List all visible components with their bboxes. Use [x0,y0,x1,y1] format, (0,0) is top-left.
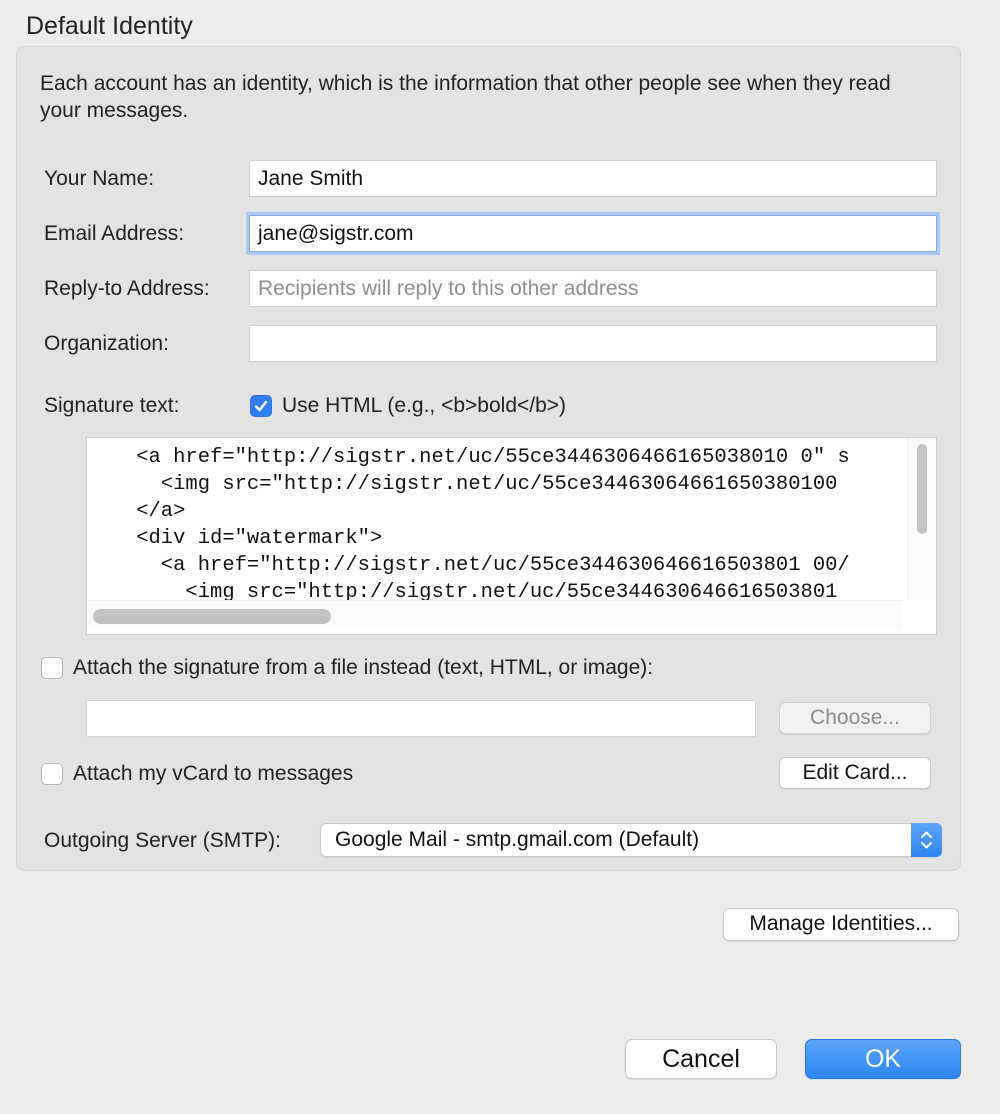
code-line: <a href="http://sigstr.net/uc/55ce344630… [87,554,850,577]
outgoing-server-select[interactable]: Google Mail - smtp.gmail.com (Default) [320,823,942,857]
your-name-label: Your Name: [44,167,155,190]
email-address-field[interactable]: jane@sigstr.com [249,215,937,252]
attach-file-checkbox[interactable] [41,657,63,679]
attach-vcard-checkbox[interactable] [41,763,63,785]
identity-intro-text: Each account has an identity, which is t… [40,72,891,122]
select-stepper[interactable] [911,823,942,857]
ok-button[interactable]: OK [805,1039,961,1079]
code-line: </a> [87,500,186,523]
email-address-label: Email Address: [44,222,185,245]
section-title: Default Identity [26,12,193,40]
attach-file-label[interactable]: Attach the signature from a file instead… [73,656,653,680]
signature-file-path-field [86,700,756,737]
signature-code-text[interactable]: <a href="http://sigstr.net/uc/55ce344630… [87,444,902,604]
chevron-up-down-icon [921,831,932,849]
code-line: <img src="http://sigstr.net/uc/55ce34463… [87,473,838,496]
cancel-button[interactable]: Cancel [625,1039,777,1079]
reply-to-placeholder: Recipients will reply to this other addr… [258,277,639,300]
organization-label: Organization: [44,332,169,355]
reply-to-field[interactable]: Recipients will reply to this other addr… [249,270,937,307]
reply-to-label: Reply-to Address: [44,277,210,300]
attach-vcard-label[interactable]: Attach my vCard to messages [73,762,353,786]
choose-button[interactable]: Choose... [779,702,931,734]
checkmark-icon [254,400,268,412]
your-name-field[interactable]: Jane Smith [249,160,937,197]
horizontal-scroll-thumb[interactable] [93,609,331,624]
signature-text-label: Signature text: [44,394,180,417]
your-name-value: Jane Smith [258,167,364,190]
manage-identities-button[interactable]: Manage Identities... [723,908,959,941]
vertical-scroll-thumb[interactable] [917,444,927,534]
vertical-scrollbar[interactable] [907,438,936,600]
code-line: <div id="watermark"> [87,527,383,550]
outgoing-server-value: Google Mail - smtp.gmail.com (Default) [335,828,700,851]
use-html-label[interactable]: Use HTML (e.g., <b>bold</b>) [282,394,566,418]
outgoing-server-label: Outgoing Server (SMTP): [44,829,281,852]
use-html-checkbox[interactable] [250,395,272,417]
horizontal-scrollbar[interactable] [87,600,902,629]
code-line: <a href="http://sigstr.net/uc/55ce344630… [87,446,850,469]
organization-field[interactable] [249,325,937,362]
email-address-value: jane@sigstr.com [258,222,414,245]
edit-card-button[interactable]: Edit Card... [779,757,931,789]
signature-code-editor[interactable]: <a href="http://sigstr.net/uc/55ce344630… [86,437,937,635]
